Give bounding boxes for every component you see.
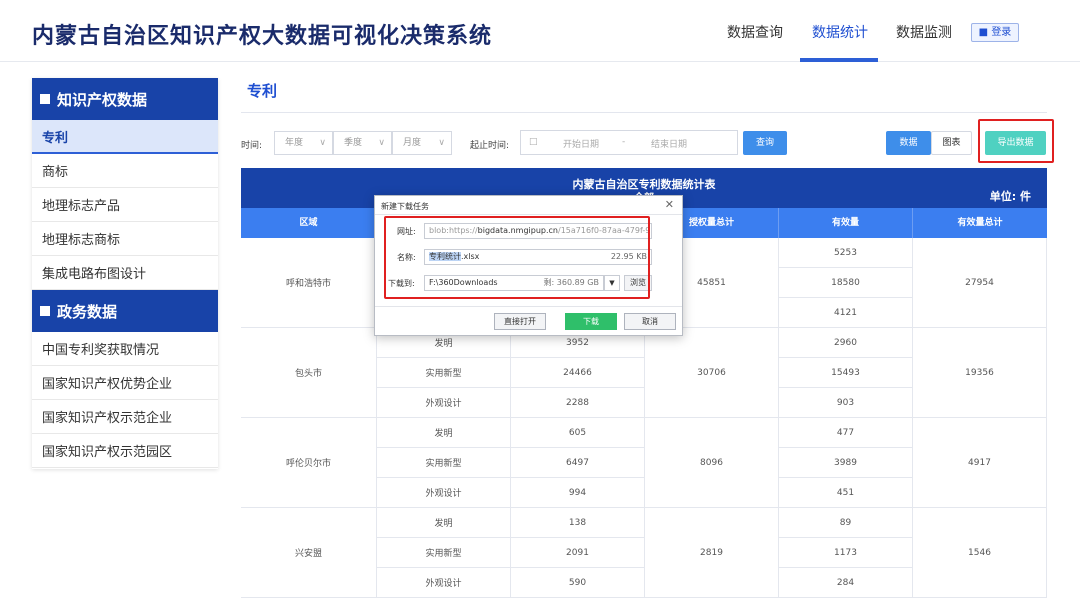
- region-cell: 呼伦贝尔市: [241, 418, 377, 508]
- valid-cell: 18580: [779, 268, 913, 298]
- download-dialog: 新建下载任务 ✕ 网址: blob:https://bigdata.nmgipu…: [374, 195, 683, 336]
- sidebar-item-patent[interactable]: 专利: [32, 120, 218, 154]
- region-cell: 包头市: [241, 328, 377, 418]
- type-cell: 发明: [377, 418, 511, 448]
- type-cell: 外观设计: [377, 478, 511, 508]
- dialog-divider: [375, 214, 682, 215]
- sidebar: 知识产权数据 专利 商标 地理标志产品 地理标志商标 集成电路布图设计 政务数据…: [32, 78, 218, 469]
- valid-total-cell: 1546: [913, 508, 1047, 598]
- start-date-input[interactable]: 开始日期: [563, 137, 599, 150]
- granted-total-cell: 30706: [645, 328, 779, 418]
- sidebar-item-demo-park[interactable]: 国家知识产权示范园区: [32, 434, 218, 468]
- export-highlight: [978, 119, 1054, 163]
- year-select[interactable]: 年度 ∨: [274, 131, 333, 155]
- section-icon: [40, 94, 50, 104]
- calendar-icon: □: [529, 137, 538, 147]
- col-region: 区域: [241, 208, 377, 238]
- granted-cell: 605: [511, 418, 645, 448]
- chevron-down-icon: ∨: [378, 138, 385, 148]
- type-cell: 实用新型: [377, 448, 511, 478]
- cancel-button[interactable]: 取消: [624, 313, 676, 330]
- year-placeholder: 年度: [285, 138, 304, 148]
- sidebar-item-patent-award[interactable]: 中国专利奖获取情况: [32, 332, 218, 366]
- granted-cell: 24466: [511, 358, 645, 388]
- user-icon: ■: [978, 27, 992, 38]
- date-range-picker[interactable]: □ 开始日期 - 结束日期: [520, 130, 738, 155]
- sidebar-section-gov-data: 政务数据: [32, 290, 218, 332]
- col-valid: 有效量: [779, 208, 913, 238]
- valid-cell: 1173: [779, 538, 913, 568]
- valid-cell: 477: [779, 418, 913, 448]
- type-cell: 实用新型: [377, 358, 511, 388]
- section-icon: [40, 306, 50, 316]
- nav-data-query[interactable]: 数据查询: [727, 22, 783, 42]
- range-label: 起止时间:: [470, 141, 510, 151]
- nav-data-monitor[interactable]: 数据监测: [896, 22, 952, 42]
- dialog-footer-divider: [375, 306, 682, 307]
- quarter-select[interactable]: 季度 ∨: [333, 131, 392, 155]
- type-cell: 外观设计: [377, 388, 511, 418]
- granted-cell: 994: [511, 478, 645, 508]
- nav-active-indicator: [800, 58, 878, 62]
- type-cell: 外观设计: [377, 568, 511, 598]
- region-cell: 呼和浩特市: [241, 238, 377, 328]
- valid-cell: 5253: [779, 238, 913, 268]
- end-date-input[interactable]: 结束日期: [651, 137, 687, 150]
- granted-cell: 2091: [511, 538, 645, 568]
- sidebar-item-demo-enterprise[interactable]: 国家知识产权示范企业: [32, 400, 218, 434]
- granted-total-cell: 8096: [645, 418, 779, 508]
- chevron-down-icon: ∨: [319, 138, 326, 148]
- table-unit: 单位: 件: [989, 190, 1031, 203]
- section-title: 知识产权数据: [57, 90, 148, 109]
- sidebar-item-ic-layout[interactable]: 集成电路布图设计: [32, 256, 218, 290]
- site-title: 内蒙古自治区知识产权大数据可视化决策系统: [32, 24, 493, 49]
- sidebar-item-geo-trademark[interactable]: 地理标志商标: [32, 222, 218, 256]
- view-chart-button[interactable]: 图表: [931, 131, 972, 155]
- granted-cell: 138: [511, 508, 645, 538]
- month-placeholder: 月度: [403, 138, 422, 148]
- valid-total-cell: 4917: [913, 418, 1047, 508]
- query-button[interactable]: 查询: [743, 131, 787, 155]
- valid-cell: 903: [779, 388, 913, 418]
- time-label: 时间:: [241, 141, 263, 151]
- page-title: 专利: [247, 82, 278, 100]
- quarter-placeholder: 季度: [344, 138, 363, 148]
- col-valid-total: 有效量总计: [957, 218, 1003, 228]
- nav-data-statistics[interactable]: 数据统计: [812, 22, 868, 42]
- download-button[interactable]: 下载: [565, 313, 617, 330]
- login-button[interactable]: ■ 登录: [971, 23, 1019, 42]
- valid-cell: 3989: [779, 448, 913, 478]
- type-cell: 发明: [377, 508, 511, 538]
- granted-cell: 6497: [511, 448, 645, 478]
- view-data-button[interactable]: 数据: [886, 131, 931, 155]
- sidebar-item-geo-product[interactable]: 地理标志产品: [32, 188, 218, 222]
- top-header: 内蒙古自治区知识产权大数据可视化决策系统 数据查询 数据统计 数据监测 ■ 登录: [0, 0, 1080, 62]
- granted-cell: 2288: [511, 388, 645, 418]
- range-dash: -: [622, 137, 626, 147]
- valid-cell: 451: [779, 478, 913, 508]
- valid-cell: 89: [779, 508, 913, 538]
- valid-cell: 15493: [779, 358, 913, 388]
- valid-cell: 2960: [779, 328, 913, 358]
- open-directly-button[interactable]: 直接打开: [494, 313, 546, 330]
- valid-total-cell: 19356: [913, 328, 1047, 418]
- login-label: 登录: [991, 27, 1012, 38]
- region-cell: 兴安盟: [241, 508, 377, 598]
- valid-total-cell: 27954: [913, 238, 1047, 328]
- sidebar-item-advantage-enterprise[interactable]: 国家知识产权优势企业: [32, 366, 218, 400]
- valid-cell: 284: [779, 568, 913, 598]
- granted-cell: 590: [511, 568, 645, 598]
- close-icon[interactable]: ✕: [665, 198, 674, 211]
- dialog-title: 新建下载任务: [381, 202, 429, 211]
- sidebar-section-ip-data: 知识产权数据: [32, 78, 218, 120]
- divider: [241, 112, 1047, 113]
- granted-total-cell: 2819: [645, 508, 779, 598]
- dialog-highlight: [384, 216, 650, 299]
- chevron-down-icon: ∨: [438, 138, 445, 148]
- sidebar-item-trademark[interactable]: 商标: [32, 154, 218, 188]
- type-cell: 实用新型: [377, 538, 511, 568]
- valid-cell: 4121: [779, 298, 913, 328]
- month-select[interactable]: 月度 ∨: [392, 131, 452, 155]
- section-title: 政务数据: [57, 302, 118, 321]
